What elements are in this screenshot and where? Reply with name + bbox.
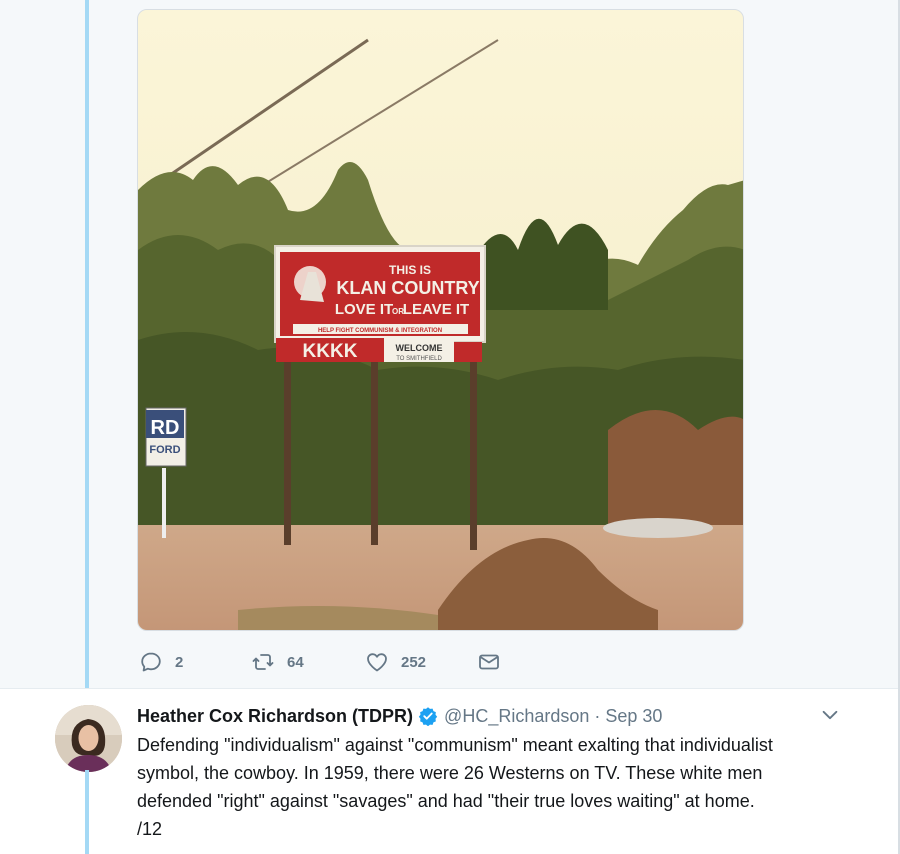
thread-connector-line	[85, 0, 89, 688]
tweet-text-line: Defending "individualism" against "commu…	[137, 735, 773, 755]
side-sign-top-text: RD	[151, 417, 180, 439]
tweet-photo[interactable]: RD FORD THIS IS KLAN COUNTRY LOVE IT OR …	[137, 9, 744, 631]
sign-line-1: THIS IS	[389, 263, 431, 277]
tweet-divider	[0, 688, 898, 689]
like-count: 252	[401, 653, 427, 671]
heart-icon	[367, 653, 387, 672]
sign-town: TO SMITHFIELD	[396, 356, 442, 362]
retweet-count: 64	[287, 653, 304, 671]
like-button[interactable]: 252	[365, 648, 426, 676]
tweet-text: Defending "individualism" against "commu…	[137, 731, 872, 843]
tweet-header: Heather Cox Richardson (TDPR) @HC_Richar…	[137, 702, 662, 730]
reply-icon	[141, 652, 161, 672]
sign-kkkk: KKKK	[303, 341, 358, 362]
retweet-icon	[252, 654, 274, 670]
thread-connector-line-lower	[85, 770, 89, 854]
tweet-text-line: symbol, the cowboy. In 1959, there were …	[137, 763, 763, 783]
sign-line-3c: LEAVE IT	[403, 301, 469, 318]
envelope-icon	[479, 654, 499, 670]
direct-message-button[interactable]	[477, 648, 501, 676]
reply-count: 2	[175, 653, 184, 671]
sign-banner: HELP FIGHT COMMUNISM & INTEGRATION	[318, 328, 442, 334]
sign-line-2: KLAN COUNTRY	[336, 278, 479, 298]
tweet-text-line: defended "right" against "savages" and h…	[137, 791, 755, 811]
sign-line-3a: LOVE IT	[335, 301, 393, 318]
retweet-button[interactable]: 64	[251, 648, 304, 676]
side-sign-bottom-text: FORD	[149, 444, 180, 456]
author-handle[interactable]: @HC_Richardson	[444, 706, 589, 727]
tweet-timestamp[interactable]: Sep 30	[605, 706, 662, 727]
author-name[interactable]: Heather Cox Richardson (TDPR)	[137, 706, 413, 727]
verified-badge-icon	[418, 707, 438, 726]
author-photo	[55, 705, 122, 772]
tweet-text-line: /12	[137, 819, 163, 839]
sign-welcome: WELCOME	[396, 343, 443, 353]
reply-button[interactable]: 2	[139, 648, 183, 676]
separator-dot: ·	[594, 705, 601, 726]
chevron-down-icon[interactable]	[819, 704, 841, 726]
avatar[interactable]	[55, 705, 122, 772]
